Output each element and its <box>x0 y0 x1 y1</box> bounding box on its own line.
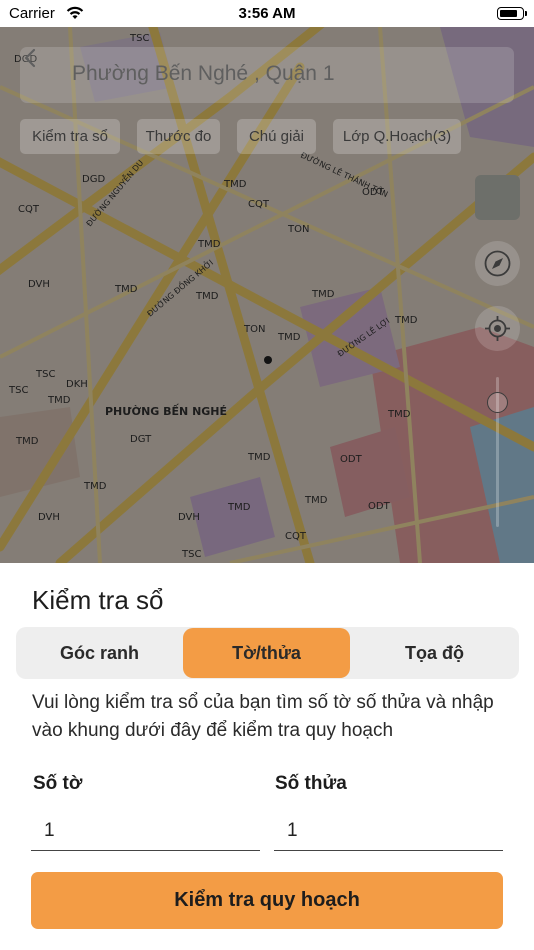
segment-to-thua[interactable]: Tờ/thửa <box>183 628 350 678</box>
segment-goc-ranh[interactable]: Góc ranh <box>16 627 183 679</box>
check-book-sheet: Kiểm tra sổ Góc ranh Tờ/thửa Tọa độ Vui … <box>0 563 534 950</box>
compass-button[interactable] <box>475 241 520 286</box>
so-thua-input[interactable] <box>274 811 503 851</box>
mode-segmented-control: Góc ranh Tờ/thửa Tọa độ <box>16 627 519 679</box>
status-bar: Carrier 3:56 AM <box>0 0 534 27</box>
tab-kiem-tra-so[interactable]: Kiểm tra sổ <box>20 119 120 154</box>
tab-lop-qhoach[interactable]: Lớp Q.Hoạch(3) <box>333 119 461 154</box>
locate-button[interactable] <box>475 306 520 351</box>
locate-icon <box>485 316 510 341</box>
so-to-label: Số tờ <box>33 773 83 794</box>
location-title: Phường Bến Nghé , Quận 1 <box>72 62 335 85</box>
check-planning-button[interactable]: Kiểm tra quy hoạch <box>31 872 503 929</box>
instruction-text: Vui lòng kiểm tra sổ của bạn tìm số tờ s… <box>32 692 494 741</box>
tab-chu-giai[interactable]: Chú giải <box>237 119 316 154</box>
zoom-slider-handle[interactable] <box>487 392 508 413</box>
battery-icon <box>497 7 527 20</box>
tab-thuoc-do[interactable]: Thước đo <box>137 119 220 154</box>
so-to-input[interactable] <box>31 811 260 851</box>
map-layer-icon[interactable] <box>475 175 520 220</box>
compass-icon <box>484 250 511 277</box>
map-dim-overlay <box>0 27 534 563</box>
sheet-title: Kiểm tra sổ <box>32 585 164 615</box>
segment-toa-do[interactable]: Tọa độ <box>350 627 519 679</box>
location-bar[interactable]: Phường Bến Nghé , Quận 1 <box>20 47 514 103</box>
so-thua-label: Số thửa <box>275 773 347 794</box>
map-view[interactable]: TSC DGD CQT TMD TON ODT DVH DKH TSC TMD … <box>0 27 534 563</box>
clock: 3:56 AM <box>238 5 296 22</box>
back-icon[interactable] <box>20 47 42 69</box>
